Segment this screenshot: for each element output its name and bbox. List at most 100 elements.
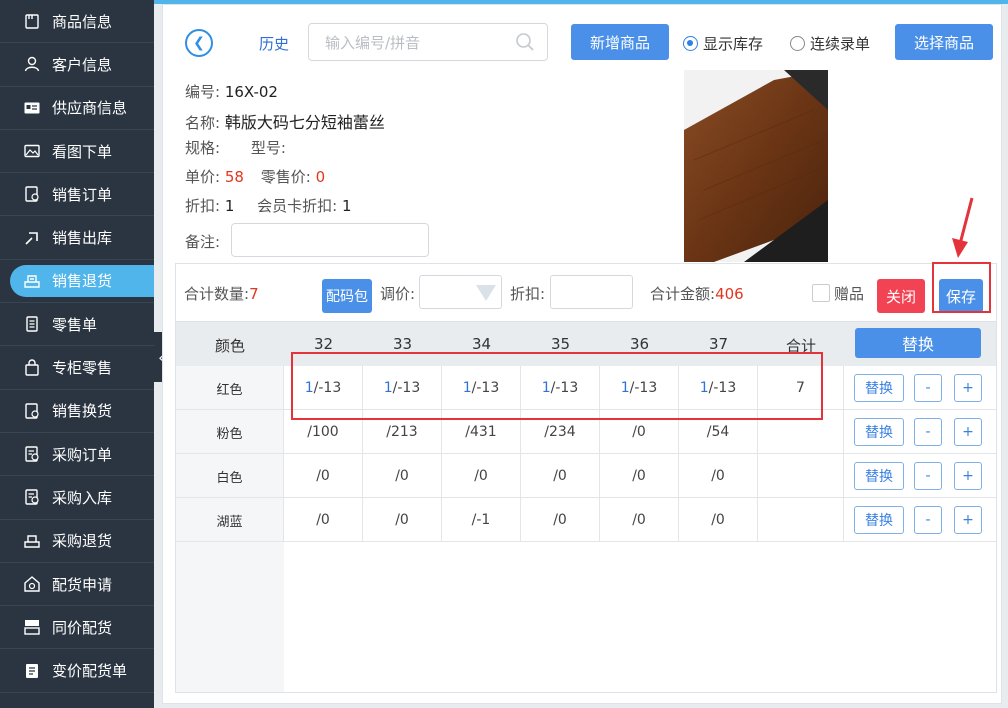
adjust-price-label: 调价:: [380, 285, 416, 303]
close-button[interactable]: 关闭: [877, 279, 925, 313]
qty-cell[interactable]: /0: [600, 454, 679, 498]
exchange-icon: [22, 401, 42, 421]
sidebar-item-price-change-distribution[interactable]: 变价配货单: [0, 649, 154, 693]
qty-cell[interactable]: /0: [363, 498, 442, 542]
search-icon[interactable]: [515, 32, 535, 56]
size-header: 32: [313, 335, 334, 353]
select-product-button[interactable]: 选择商品: [895, 24, 993, 60]
search-placeholder: 输入编号/拼音: [325, 33, 421, 52]
row-minus-button[interactable]: -: [914, 506, 942, 534]
sidebar-item-distribution-apply[interactable]: 配货申请: [0, 563, 154, 607]
total-qty: 合计数量:7: [184, 285, 259, 303]
purchase-return-icon: [22, 531, 42, 551]
sidebar-item-label: 变价配货单: [52, 662, 128, 681]
row-highlight-box: [291, 352, 823, 420]
sidebar-item-sales-outbound[interactable]: 销售出库: [0, 216, 154, 260]
sidebar-item-image-order[interactable]: 看图下单: [0, 130, 154, 174]
entry-toolbar: 合计数量:7 配码包 调价: 折扣: 合计金额:406 赠品 关闭 保存: [175, 263, 997, 321]
sidebar-item-product-info[interactable]: 商品信息: [0, 0, 154, 44]
sidebar-item-customer-info[interactable]: 客户信息: [0, 43, 154, 87]
row-plus-button[interactable]: +: [954, 462, 982, 490]
gift-checkbox[interactable]: [812, 284, 830, 302]
total-amount: 合计金额:406: [650, 285, 744, 303]
qty-cell[interactable]: /0: [284, 454, 363, 498]
sidebar-item-label: 配货申请: [52, 575, 113, 594]
row-minus-button[interactable]: -: [914, 418, 942, 446]
product-discount-row: 折扣: 1 会员卡折扣: 1: [185, 197, 352, 215]
sidebar-item-sales-order[interactable]: 销售订单: [0, 173, 154, 217]
qty-cell[interactable]: /0: [363, 454, 442, 498]
sidebar-item-purchase-order[interactable]: 采购订单: [0, 433, 154, 477]
search-input[interactable]: 输入编号/拼音: [308, 23, 548, 61]
row-replace-button[interactable]: 替换: [854, 506, 904, 534]
remark-label: 备注:: [185, 233, 221, 251]
row-color-name: 红色: [176, 366, 284, 410]
sidebar-item-sales-return[interactable]: 销售退货: [0, 259, 154, 304]
sidebar-item-same-price-distribution[interactable]: 同价配货: [0, 606, 154, 650]
receipt-icon: [22, 314, 42, 334]
sidebar-item-purchase-inbound[interactable]: 采购入库: [0, 476, 154, 520]
back-button[interactable]: ❮: [185, 29, 213, 57]
sidebar-item-label: 采购入库: [52, 488, 113, 507]
price-change-icon: [22, 661, 42, 681]
row-replace-button[interactable]: 替换: [854, 374, 904, 402]
row-plus-button[interactable]: +: [954, 418, 982, 446]
show-stock-radio[interactable]: 显示库存: [683, 33, 763, 54]
outbound-icon: [22, 228, 42, 248]
discount-input[interactable]: [550, 275, 633, 309]
continuous-entry-radio[interactable]: 连续录单: [790, 33, 870, 54]
row-replace-button[interactable]: 替换: [854, 418, 904, 446]
purchase-order-icon: [22, 444, 42, 464]
inbound-icon: [22, 487, 42, 507]
row-total: [758, 498, 844, 542]
qty-cell[interactable]: /-1: [442, 498, 521, 542]
unit-price: 58: [224, 168, 244, 186]
row-color-name: 湖蓝: [176, 498, 284, 542]
replace-all-button[interactable]: 替换: [855, 328, 981, 358]
radio-checked-icon: [683, 36, 698, 51]
qty-cell[interactable]: /0: [521, 454, 600, 498]
sales-order-icon: [22, 184, 42, 204]
sidebar-item-label: 看图下单: [52, 142, 113, 161]
row-plus-button[interactable]: +: [954, 506, 982, 534]
remark-input[interactable]: [231, 223, 429, 257]
sidebar-item-label: 采购订单: [52, 445, 113, 464]
sidebar-item-label: 销售出库: [52, 229, 113, 248]
continuous-entry-label: 连续录单: [810, 35, 871, 53]
sidebar-item-purchase-return[interactable]: 采购退货: [0, 520, 154, 563]
sidebar-item-label: 客户信息: [52, 55, 113, 74]
sidebar-item-sales-exchange[interactable]: 销售换货: [0, 390, 154, 433]
discount-value: 1: [224, 197, 235, 215]
return-icon: [22, 271, 42, 291]
qty-cell[interactable]: /0: [521, 498, 600, 542]
save-highlight-box: [932, 262, 991, 313]
show-stock-label: 显示库存: [703, 35, 764, 53]
size-header: 36: [629, 335, 650, 353]
model-label: 型号:: [250, 139, 286, 157]
qty-cell[interactable]: /0: [284, 498, 363, 542]
row-plus-button[interactable]: +: [954, 374, 982, 402]
row-minus-button[interactable]: -: [914, 462, 942, 490]
sidebar-item-label: 专柜零售: [52, 359, 113, 378]
qty-cell[interactable]: /0: [600, 498, 679, 542]
sidebar-item-label: 零售单: [52, 315, 98, 334]
qty-cell[interactable]: /0: [442, 454, 521, 498]
id-card-icon: [22, 98, 42, 118]
adjust-price-select[interactable]: [419, 275, 502, 309]
new-product-button[interactable]: 新增商品: [571, 24, 669, 60]
sidebar-item-retail-receipt[interactable]: 零售单: [0, 303, 154, 347]
row-replace-button[interactable]: 替换: [854, 462, 904, 490]
product-name: 韩版大码七分短袖蕾丝: [224, 113, 385, 132]
qty-cell[interactable]: /0: [679, 454, 758, 498]
member-discount-value: 1: [342, 197, 352, 215]
sidebar-item-supplier-info[interactable]: 供应商信息: [0, 87, 154, 130]
row-minus-button[interactable]: -: [914, 374, 942, 402]
product-spec-row: 规格: 型号:: [185, 137, 286, 158]
product-code: 16X-02: [224, 83, 278, 101]
size-pack-button[interactable]: 配码包: [322, 279, 372, 313]
annotation-arrow-icon: [952, 197, 974, 258]
row-color-name: 白色: [176, 454, 284, 498]
history-link[interactable]: 历史: [259, 33, 289, 54]
qty-cell[interactable]: /0: [679, 498, 758, 542]
sidebar-item-counter-retail[interactable]: 专柜零售: [0, 346, 154, 390]
